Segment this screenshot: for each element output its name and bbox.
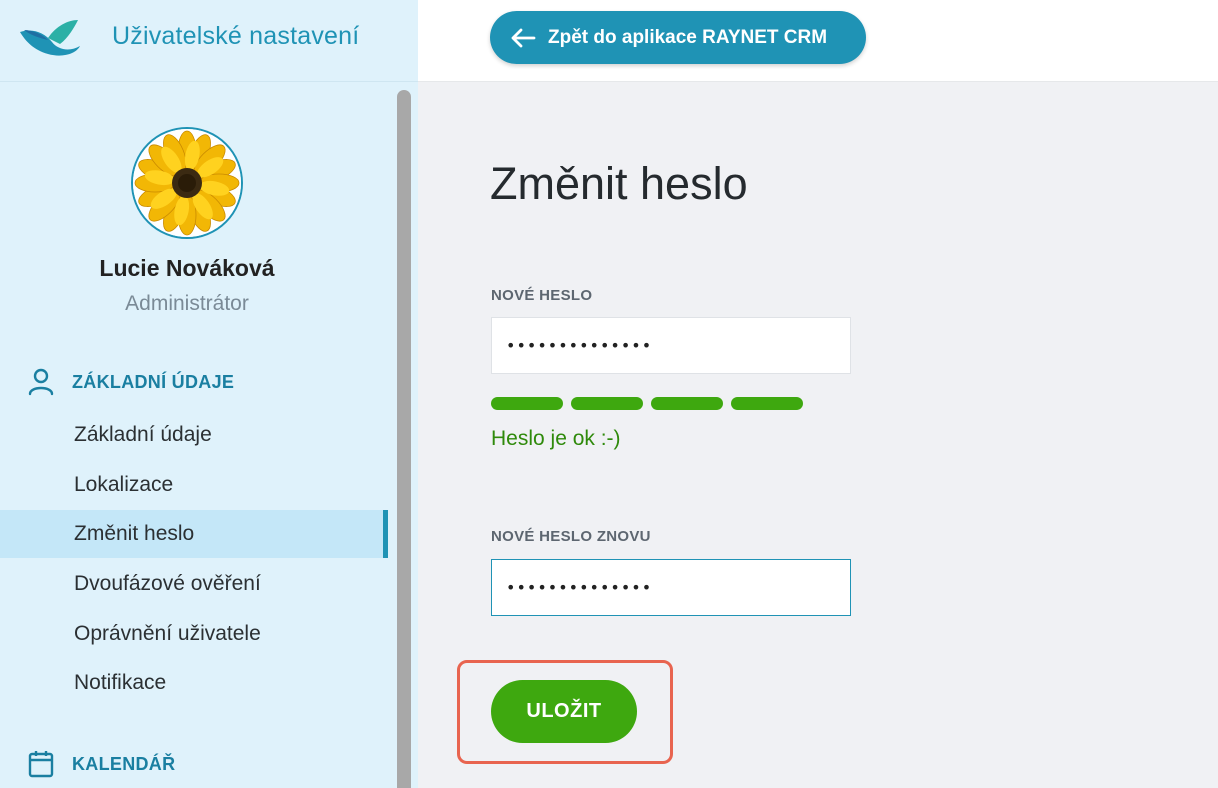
section-label: ZÁKLADNÍ ÚDAJE (72, 371, 235, 392)
person-icon (28, 368, 54, 396)
sidebar-item-basic-info[interactable]: Základní údaje (0, 411, 388, 459)
sidebar-scrollbar-thumb[interactable] (397, 90, 411, 788)
back-to-app-button[interactable]: Zpět do aplikace RAYNET CRM (490, 11, 866, 64)
repeat-password-label: NOVÉ HESLO ZNOVU (491, 528, 651, 545)
main-content: Změnit heslo NOVÉ HESLO Heslo je ok :-) … (418, 82, 1218, 788)
password-strength-meter (491, 397, 811, 410)
app-title: Uživatelské nastavení (112, 22, 360, 50)
sunflower-avatar-image (133, 129, 241, 237)
brand-header: Uživatelské nastavení (0, 0, 418, 82)
arrow-left-icon (511, 28, 536, 47)
top-bar: Zpět do aplikace RAYNET CRM (418, 0, 1218, 82)
strength-segment (731, 397, 803, 410)
section-basic-info[interactable]: ZÁKLADNÍ ÚDAJE (28, 368, 234, 396)
strength-segment (571, 397, 643, 410)
new-password-label: NOVÉ HESLO (491, 287, 593, 304)
password-strength-text: Heslo je ok :-) (491, 427, 621, 450)
sidebar-item-permissions[interactable]: Oprávnění uživatele (0, 610, 388, 658)
avatar[interactable] (131, 127, 243, 239)
sidebar-item-change-password[interactable]: Změnit heslo (0, 510, 388, 558)
page-title: Změnit heslo (490, 158, 748, 209)
sidebar-scroll-area: Lucie Nováková Administrátor ZÁKLADNÍ ÚD… (0, 82, 388, 788)
sidebar-item-notifications[interactable]: Notifikace (0, 659, 388, 707)
strength-segment (651, 397, 723, 410)
new-password-input[interactable] (491, 317, 851, 374)
user-role: Administrátor (125, 292, 249, 315)
strength-segment (491, 397, 563, 410)
raynet-logo-icon (20, 20, 80, 56)
sidebar: Uživatelské nastavení Lucie Nováková Adm… (0, 0, 418, 788)
repeat-password-input[interactable] (491, 559, 851, 616)
section-label: KALENDÁŘ (72, 753, 176, 774)
back-button-label: Zpět do aplikace RAYNET CRM (548, 26, 828, 48)
calendar-icon (28, 751, 54, 778)
section-calendar[interactable]: KALENDÁŘ (28, 750, 175, 778)
user-name: Lucie Nováková (99, 255, 275, 281)
save-button[interactable]: ULOŽIT (491, 680, 637, 743)
sidebar-item-localization[interactable]: Lokalizace (0, 461, 388, 509)
sidebar-item-two-factor[interactable]: Dvoufázové ověření (0, 560, 388, 608)
